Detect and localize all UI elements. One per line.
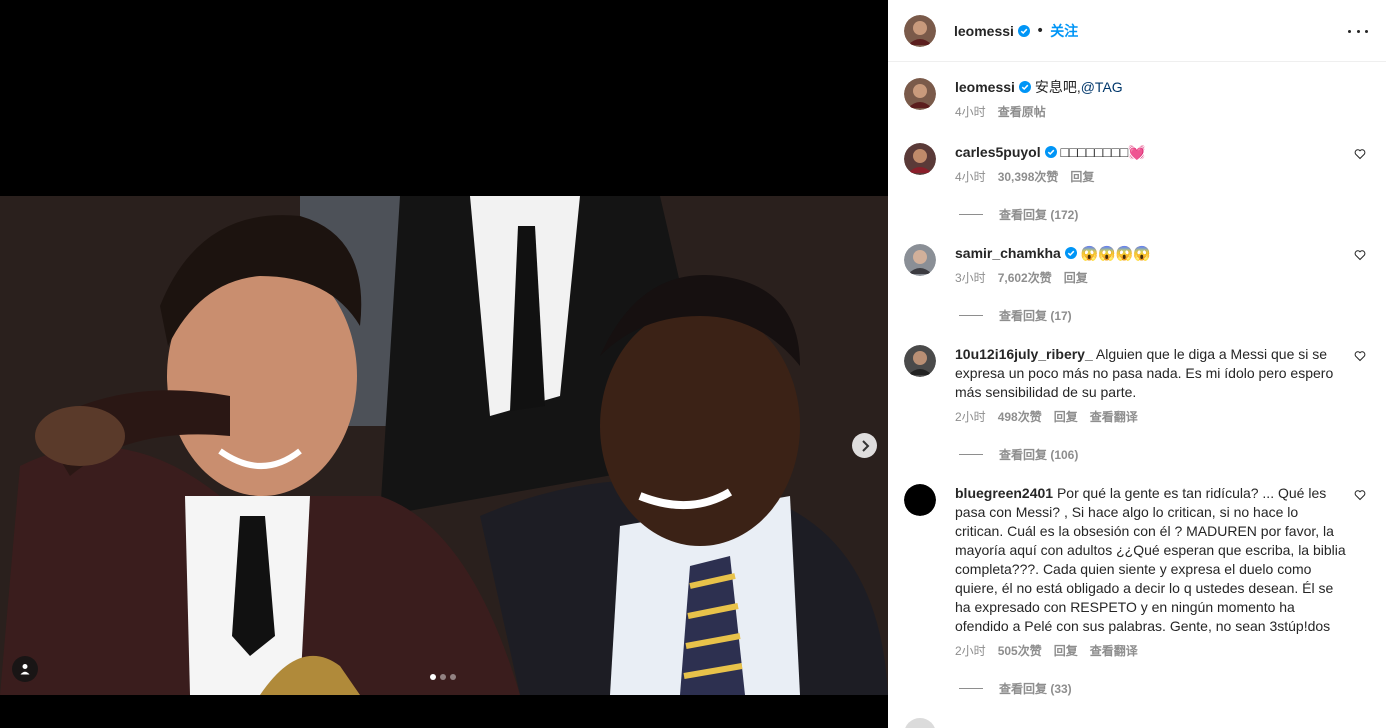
heart-icon[interactable]: [1354, 249, 1366, 261]
reply-button[interactable]: 回复: [1054, 408, 1078, 427]
comment-text: □□□□□□□□💓: [1060, 144, 1146, 160]
translate-button[interactable]: 查看翻译: [1090, 642, 1138, 661]
comment-username[interactable]: 10u12i16july_ribery_: [955, 346, 1093, 362]
caption-username[interactable]: leomessi: [955, 79, 1015, 95]
carousel-dot[interactable]: [450, 674, 456, 680]
verified-badge-icon: [1064, 247, 1077, 259]
view-replies-button[interactable]: 查看回复 (172): [959, 206, 1078, 223]
comment-username[interactable]: samir_chamkha: [955, 245, 1061, 261]
post-caption: leomessi 安息吧,@TAG 4小时 查看原帖: [904, 78, 1370, 122]
reply-button[interactable]: 回复: [1070, 168, 1094, 187]
divider: [959, 454, 983, 455]
comment-time[interactable]: 3小时: [955, 269, 986, 288]
comment-likes[interactable]: 505次赞: [998, 642, 1042, 661]
verified-badge-icon: [1017, 24, 1030, 37]
reply-button[interactable]: 回复: [1064, 269, 1088, 288]
heart-icon[interactable]: [1354, 350, 1366, 362]
view-replies-button[interactable]: 查看回复 (17): [959, 307, 1072, 324]
comment-username[interactable]: bluegreen2401: [955, 485, 1053, 501]
separator: •: [1035, 22, 1045, 39]
post-side-panel: leomessi • 关注 leomessi 安息吧,@TAG 4小时 查看原帖…: [888, 0, 1386, 728]
comment-item: carles5puyol □□□□□□□□💓 4小时 30,398次赞 回复: [904, 143, 1370, 187]
comment-likes[interactable]: 7,602次赞: [998, 269, 1052, 288]
view-replies-button[interactable]: 查看回复 (106): [959, 446, 1078, 463]
view-replies-label: 查看回复 (17): [999, 309, 1072, 323]
view-replies-button[interactable]: 查看回复 (33): [959, 680, 1072, 697]
heart-icon[interactable]: [1354, 489, 1366, 501]
photo-illustration: [0, 196, 888, 695]
see-original-link[interactable]: 查看原帖: [998, 103, 1046, 122]
comment-item: bluegreen2401 Por qué la gente es tan ri…: [904, 484, 1370, 661]
post-username[interactable]: leomessi: [954, 23, 1014, 39]
user-tag-button[interactable]: [12, 656, 38, 682]
divider: [959, 214, 983, 215]
post-photo[interactable]: [0, 196, 888, 695]
user-tag-icon: [20, 664, 30, 675]
media-pane: [0, 0, 888, 728]
carousel-dot[interactable]: [440, 674, 446, 680]
divider: [959, 315, 983, 316]
verified-badge-icon: [1044, 146, 1057, 158]
comment-item: 10u12i16july_ribery_ Alguien que le diga…: [904, 345, 1370, 427]
translate-button[interactable]: 查看翻译: [1090, 408, 1138, 427]
comment-likes[interactable]: 30,398次赞: [998, 168, 1059, 187]
caption-time[interactable]: 4小时: [955, 103, 986, 122]
avatar[interactable]: [904, 718, 936, 728]
carousel-next-button[interactable]: [852, 433, 877, 458]
post-header: leomessi • 关注: [888, 0, 1386, 62]
chevron-right-icon: [861, 439, 869, 452]
view-replies-label: 查看回复 (172): [999, 208, 1079, 222]
view-replies-label: 查看回复 (33): [999, 682, 1072, 696]
carousel-indicator: [430, 674, 456, 680]
comment-text: 😱😱😱😱: [1080, 245, 1151, 261]
caption-text: 安息吧,: [1034, 79, 1081, 95]
avatar[interactable]: [904, 78, 936, 110]
comment-time[interactable]: 2小时: [955, 642, 986, 661]
follow-button[interactable]: 关注: [1050, 21, 1078, 41]
avatar[interactable]: [904, 345, 936, 377]
reply-button[interactable]: 回复: [1054, 642, 1078, 661]
caption-mention[interactable]: @TAG: [1081, 79, 1123, 95]
more-options-button[interactable]: [1348, 22, 1368, 40]
comment-item: samir_chamkha 😱😱😱😱 3小时 7,602次赞 回复: [904, 244, 1370, 288]
avatar[interactable]: [904, 14, 936, 47]
more-options-icon: [1348, 29, 1351, 33]
comment-time[interactable]: 4小时: [955, 168, 986, 187]
comment-username[interactable]: carles5puyol: [955, 144, 1041, 160]
verified-badge-icon: [1018, 81, 1031, 93]
comment-likes[interactable]: 498次赞: [998, 408, 1042, 427]
heart-icon[interactable]: [1354, 148, 1366, 160]
divider: [959, 688, 983, 689]
view-replies-label: 查看回复 (106): [999, 448, 1079, 462]
carousel-dot[interactable]: [430, 674, 436, 680]
avatar[interactable]: [904, 484, 936, 516]
comment-time[interactable]: 2小时: [955, 408, 986, 427]
avatar[interactable]: [904, 244, 936, 276]
avatar[interactable]: [904, 143, 936, 175]
comment-text: Por qué la gente es tan ridícula? ... Qu…: [955, 485, 1346, 634]
